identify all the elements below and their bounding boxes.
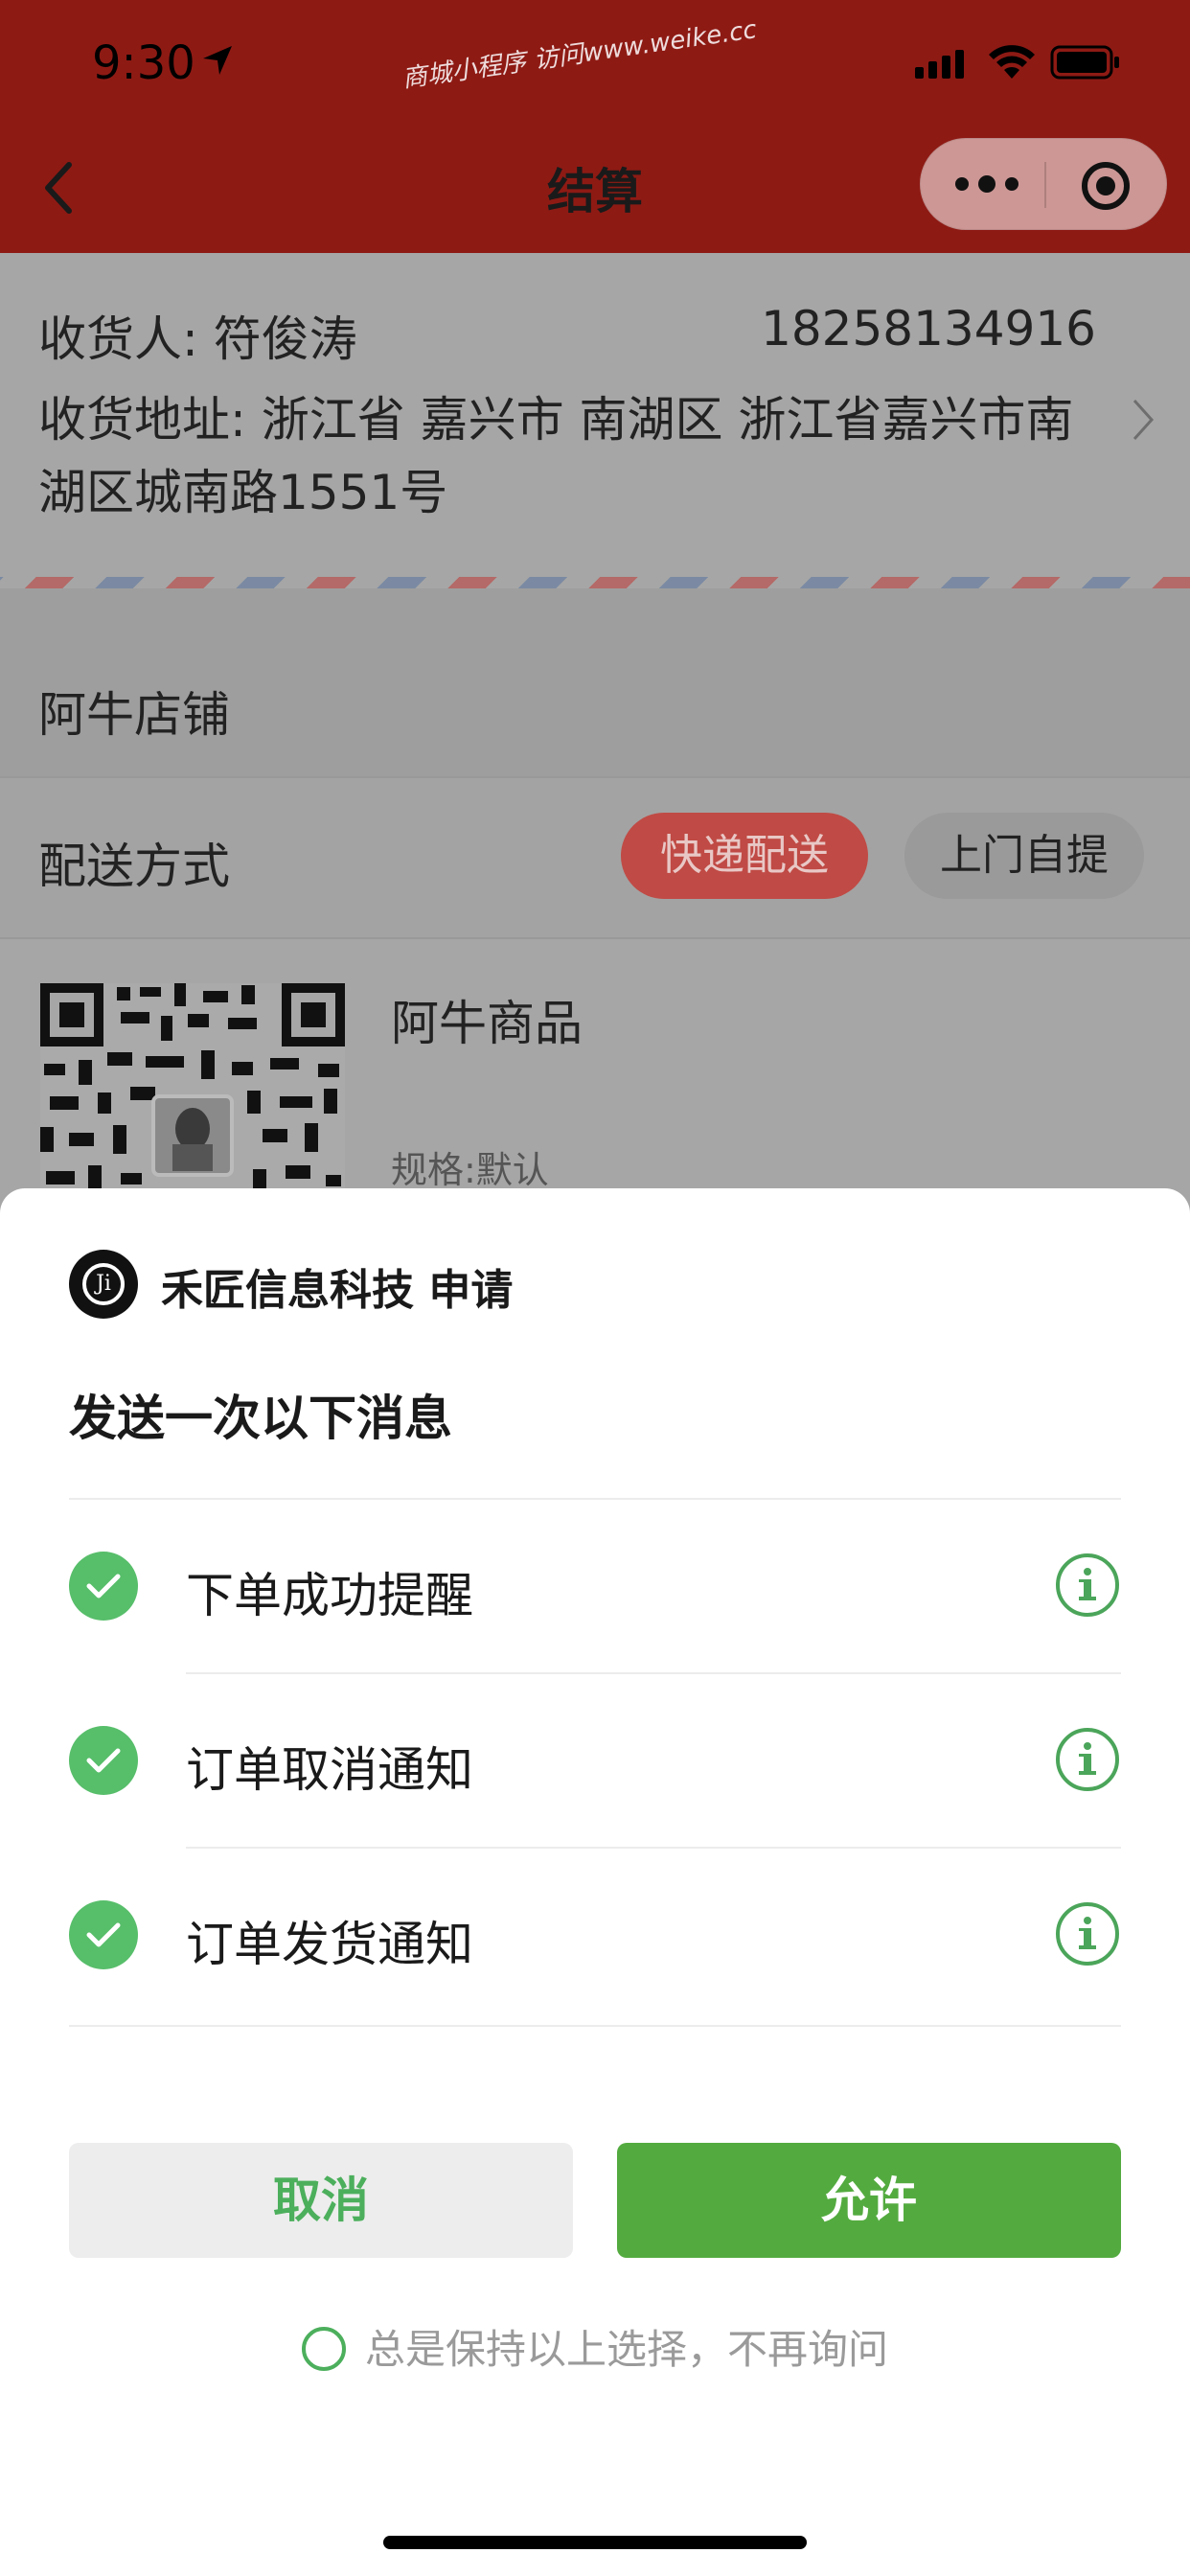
always-keep-label: 总是保持以上选择，不再询问 <box>364 2326 888 2373</box>
receiver-name: 收货人: 符俊涛 <box>38 311 357 367</box>
allow-button[interactable]: 允许 <box>617 2143 1121 2258</box>
checkmark-icon[interactable] <box>69 1726 138 1795</box>
airmail-border <box>0 577 1190 588</box>
chevron-right-icon <box>1133 399 1155 441</box>
info-icon[interactable] <box>1056 1902 1119 1966</box>
wifi-icon <box>989 45 1035 79</box>
message-label: 下单成功提醒 <box>186 1568 473 1623</box>
message-item-order-cancel[interactable]: 订单取消通知 <box>0 1674 1190 1849</box>
self-pickup-button[interactable]: 上门自提 <box>904 813 1144 899</box>
home-indicator <box>383 2536 807 2549</box>
battery-icon <box>1050 45 1119 80</box>
header-bar: 9:30 商城小程序 访问www.weike.cc 结算 <box>0 0 1190 253</box>
checkmark-icon[interactable] <box>69 1900 138 1969</box>
delivery-row: 配送方式 快递配送 上门自提 <box>0 776 1190 937</box>
express-delivery-button[interactable]: 快递配送 <box>621 813 868 899</box>
product-spec: 规格:默认 <box>391 1149 549 1191</box>
app-request-title: 禾匠信息科技 申请 <box>161 1266 514 1315</box>
cell-signal-icon <box>915 50 964 79</box>
address-card[interactable]: 收货人: 符俊涛 18258134916 收货地址: 浙江省 嘉兴市 南湖区 浙… <box>0 253 1190 588</box>
receiver-phone: 18258134916 <box>761 301 1096 356</box>
message-label: 订单发货通知 <box>186 1917 473 1972</box>
capsule-divider <box>1044 162 1046 208</box>
subscribe-message-sheet: Ji 禾匠信息科技 申请 发送一次以下消息 下单成功提醒 订单取消通知 订单发货… <box>0 1188 1190 2576</box>
store-name: 阿牛店铺 <box>38 687 230 743</box>
info-icon[interactable] <box>1056 1728 1119 1791</box>
info-icon[interactable] <box>1056 1553 1119 1617</box>
delivery-label: 配送方式 <box>38 839 230 894</box>
miniprogram-capsule <box>920 138 1167 230</box>
more-dots-icon[interactable] <box>955 175 1018 193</box>
always-keep-option[interactable]: 总是保持以上选择，不再询问 <box>0 2317 1190 2376</box>
watermark-text: 商城小程序 访问www.weike.cc <box>400 15 759 94</box>
checkmark-icon[interactable] <box>69 1552 138 1621</box>
divider <box>69 2025 1121 2027</box>
status-time: 9:30 <box>92 36 195 90</box>
checkout-page: 9:30 商城小程序 访问www.weike.cc 结算 收货人: 符俊涛 18… <box>0 0 1190 2576</box>
message-item-order-shipped[interactable]: 订单发货通知 <box>0 1849 1190 2023</box>
receiver-address: 收货地址: 浙江省 嘉兴市 南湖区 浙江省嘉兴市南湖区城南路1551号 <box>38 392 1074 520</box>
sheet-heading: 发送一次以下消息 <box>69 1391 452 1446</box>
close-target-icon[interactable] <box>1082 162 1130 210</box>
store-row: 阿牛店铺 <box>0 588 1190 776</box>
app-logo-icon: Ji <box>69 1250 138 1319</box>
message-label: 订单取消通知 <box>186 1742 473 1798</box>
radio-circle-icon[interactable] <box>301 2326 346 2371</box>
message-item-order-success[interactable]: 下单成功提醒 <box>0 1500 1190 1674</box>
location-arrow-icon <box>203 46 232 75</box>
cancel-button[interactable]: 取消 <box>69 2143 573 2258</box>
product-name: 阿牛商品 <box>391 996 583 1051</box>
